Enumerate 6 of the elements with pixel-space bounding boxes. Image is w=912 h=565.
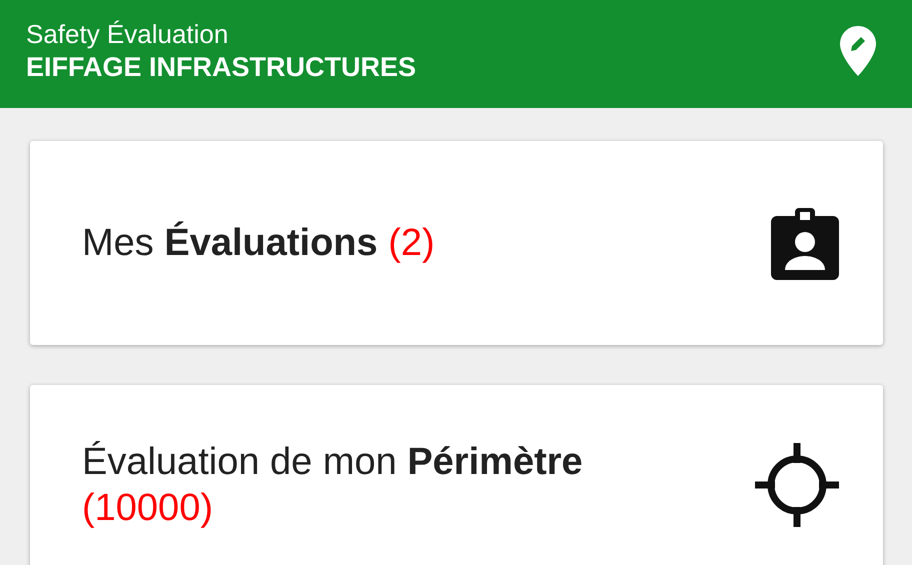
menu-card[interactable]: Mes Évaluations (2) [30,141,883,345]
app-title: Safety Évaluation [26,18,230,50]
company-name: EIFFAGE INFRASTRUCTURES [26,51,416,84]
menu-label: Mes Évaluations (2) [82,220,435,266]
menu-label: Évaluation de mon Périmètre (10000) [82,440,584,531]
menu-card[interactable]: Évaluation de mon Périmètre (10000) [30,385,883,565]
